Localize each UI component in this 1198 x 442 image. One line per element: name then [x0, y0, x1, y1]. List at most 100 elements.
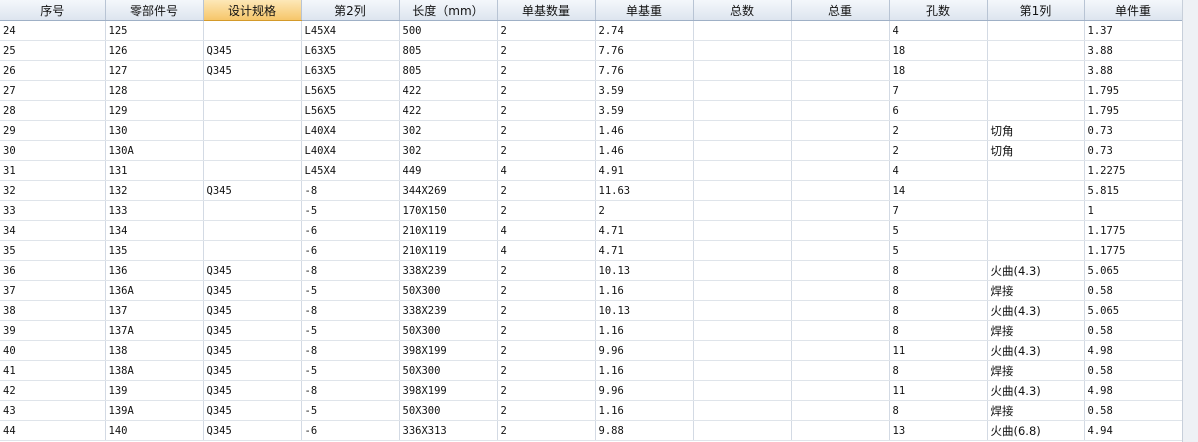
grid-cell[interactable]: 50X300 [399, 280, 498, 301]
grid-cell[interactable]: 1.16 [595, 320, 694, 341]
grid-cell[interactable]: Q345 [203, 300, 302, 321]
grid-cell[interactable] [693, 180, 792, 201]
grid-cell[interactable]: 8 [889, 400, 988, 421]
grid-cell[interactable]: 焊接 [987, 400, 1085, 421]
grid-cell[interactable]: 14 [889, 180, 988, 201]
grid-cell[interactable] [693, 360, 792, 381]
column-header[interactable]: 总数 [693, 0, 792, 21]
grid-cell[interactable] [693, 400, 792, 421]
grid-cell[interactable]: 8 [889, 260, 988, 281]
grid-cell[interactable]: 10.13 [595, 300, 694, 321]
grid-cell[interactable]: 0.73 [1084, 140, 1182, 161]
grid-cell[interactable] [987, 60, 1085, 81]
grid-cell[interactable] [693, 380, 792, 401]
grid-cell[interactable] [791, 400, 890, 421]
grid-cell[interactable]: 2 [497, 260, 596, 281]
grid-cell[interactable]: 127 [105, 60, 204, 81]
grid-cell[interactable]: 136A [105, 280, 204, 301]
grid-cell[interactable] [791, 180, 890, 201]
grid-cell[interactable]: 33 [0, 200, 106, 221]
column-header[interactable]: 第1列 [987, 0, 1085, 21]
grid-cell[interactable] [791, 200, 890, 221]
grid-cell[interactable]: L40X4 [301, 140, 400, 161]
grid-cell[interactable]: 25 [0, 40, 106, 61]
grid-cell[interactable]: 焊接 [987, 320, 1085, 341]
grid-cell[interactable] [693, 320, 792, 341]
grid-cell[interactable] [203, 20, 302, 41]
grid-cell[interactable]: 2 [497, 60, 596, 81]
grid-cell[interactable]: 24 [0, 20, 106, 41]
grid-cell[interactable]: Q345 [203, 280, 302, 301]
grid-cell[interactable] [203, 80, 302, 101]
grid-cell[interactable] [791, 340, 890, 361]
grid-cell[interactable]: 3.59 [595, 80, 694, 101]
grid-cell[interactable]: 4 [889, 20, 988, 41]
grid-cell[interactable] [693, 300, 792, 321]
column-header[interactable]: 单件重 [1084, 0, 1182, 21]
grid-cell[interactable]: 2 [497, 20, 596, 41]
grid-cell[interactable]: -5 [301, 320, 400, 341]
grid-cell[interactable]: 449 [399, 160, 498, 181]
grid-cell[interactable]: 5.065 [1084, 300, 1182, 321]
grid-cell[interactable]: 7.76 [595, 60, 694, 81]
grid-cell[interactable]: 8 [889, 280, 988, 301]
grid-cell[interactable]: 50X300 [399, 360, 498, 381]
grid-cell[interactable]: 10.13 [595, 260, 694, 281]
grid-cell[interactable] [693, 60, 792, 81]
grid-cell[interactable]: 135 [105, 240, 204, 261]
grid-cell[interactable]: -8 [301, 300, 400, 321]
grid-cell[interactable]: Q345 [203, 380, 302, 401]
grid-cell[interactable]: 7.76 [595, 40, 694, 61]
grid-cell[interactable]: 32 [0, 180, 106, 201]
grid-cell[interactable] [693, 80, 792, 101]
column-header[interactable]: 零部件号 [105, 0, 204, 21]
grid-cell[interactable]: 43 [0, 400, 106, 421]
grid-cell[interactable]: 0.58 [1084, 280, 1182, 301]
grid-cell[interactable]: 1.2275 [1084, 160, 1182, 181]
grid-cell[interactable]: Q345 [203, 40, 302, 61]
grid-cell[interactable] [693, 220, 792, 241]
grid-cell[interactable]: 18 [889, 60, 988, 81]
grid-cell[interactable]: 336X313 [399, 420, 498, 441]
grid-cell[interactable]: 50X300 [399, 400, 498, 421]
grid-cell[interactable]: 4.71 [595, 240, 694, 261]
grid-cell[interactable]: 128 [105, 80, 204, 101]
grid-cell[interactable]: 2 [497, 100, 596, 121]
grid-cell[interactable] [791, 380, 890, 401]
grid-cell[interactable]: 火曲(4.3) [987, 300, 1085, 321]
grid-cell[interactable]: 38 [0, 300, 106, 321]
grid-cell[interactable]: 398X199 [399, 380, 498, 401]
grid-cell[interactable]: 2 [497, 420, 596, 441]
column-header[interactable]: 长度（mm） [399, 0, 498, 21]
grid-cell[interactable]: 2 [497, 400, 596, 421]
grid-cell[interactable]: 7 [889, 200, 988, 221]
grid-cell[interactable]: 133 [105, 200, 204, 221]
grid-cell[interactable]: 134 [105, 220, 204, 241]
grid-cell[interactable]: 5 [889, 220, 988, 241]
grid-cell[interactable]: 132 [105, 180, 204, 201]
grid-cell[interactable] [791, 80, 890, 101]
grid-cell[interactable] [791, 160, 890, 181]
grid-cell[interactable] [203, 140, 302, 161]
grid-cell[interactable]: 4.98 [1084, 380, 1182, 401]
grid-cell[interactable] [693, 260, 792, 281]
grid-cell[interactable]: Q345 [203, 180, 302, 201]
grid-cell[interactable] [791, 40, 890, 61]
grid-cell[interactable] [203, 160, 302, 181]
grid-cell[interactable]: 422 [399, 100, 498, 121]
grid-cell[interactable] [203, 220, 302, 241]
grid-cell[interactable]: 136 [105, 260, 204, 281]
grid-cell[interactable]: 2.74 [595, 20, 694, 41]
grid-cell[interactable]: 5 [889, 240, 988, 261]
grid-cell[interactable] [987, 220, 1085, 241]
grid-cell[interactable]: 50X300 [399, 320, 498, 341]
grid-cell[interactable]: 1.1775 [1084, 220, 1182, 241]
grid-cell[interactable]: 1.46 [595, 120, 694, 141]
grid-cell[interactable]: L56X5 [301, 80, 400, 101]
grid-cell[interactable]: L45X4 [301, 160, 400, 181]
grid-cell[interactable]: 8 [889, 300, 988, 321]
grid-cell[interactable]: 2 [889, 140, 988, 161]
grid-cell[interactable] [987, 80, 1085, 101]
grid-cell[interactable]: 2 [497, 280, 596, 301]
grid-cell[interactable]: 1.16 [595, 400, 694, 421]
